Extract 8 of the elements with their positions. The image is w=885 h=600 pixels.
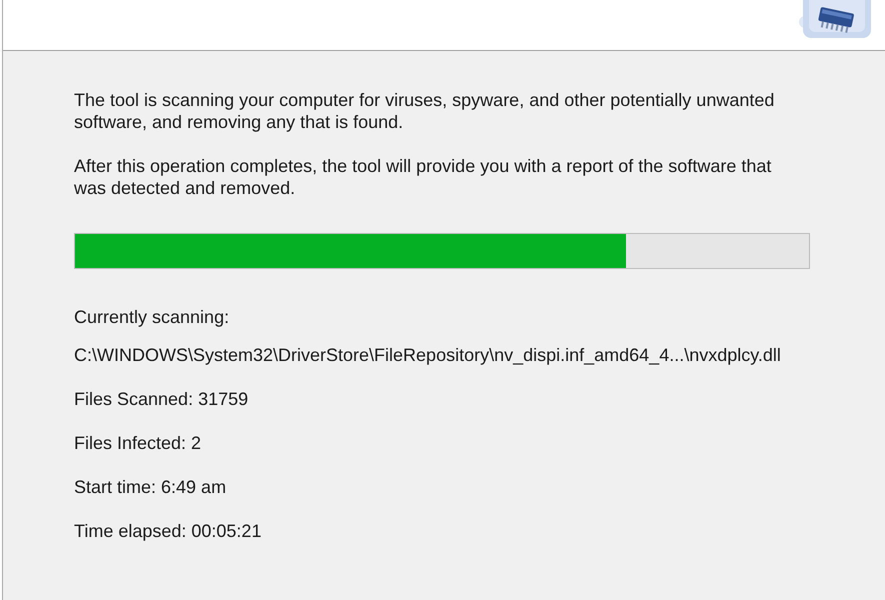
scanning-path: C:\WINDOWS\System32\DriverStore\FileRepository\nv_dispi.inf_amd64_4...\nvxdplcy.dll — [74, 344, 781, 366]
scan-stat-text: Files Infected: 2 — [74, 432, 202, 454]
description-text: The tool is scanning your computer for viruses, spyware, and other potentially unwanted software, and removing any that is found. — [74, 89, 776, 133]
scanning-label: Currently scanning: — [74, 306, 230, 328]
scan-stat-text: Time elapsed: 00:05:21 — [74, 520, 262, 542]
scan-stat-text: Files Scanned: 31759 — [74, 388, 248, 410]
scan-stat-text: Start time: 6:49 am — [74, 476, 226, 498]
description-text: After this operation completes, the tool will provide you with a report of the software that was detected and removed. — [74, 155, 772, 199]
